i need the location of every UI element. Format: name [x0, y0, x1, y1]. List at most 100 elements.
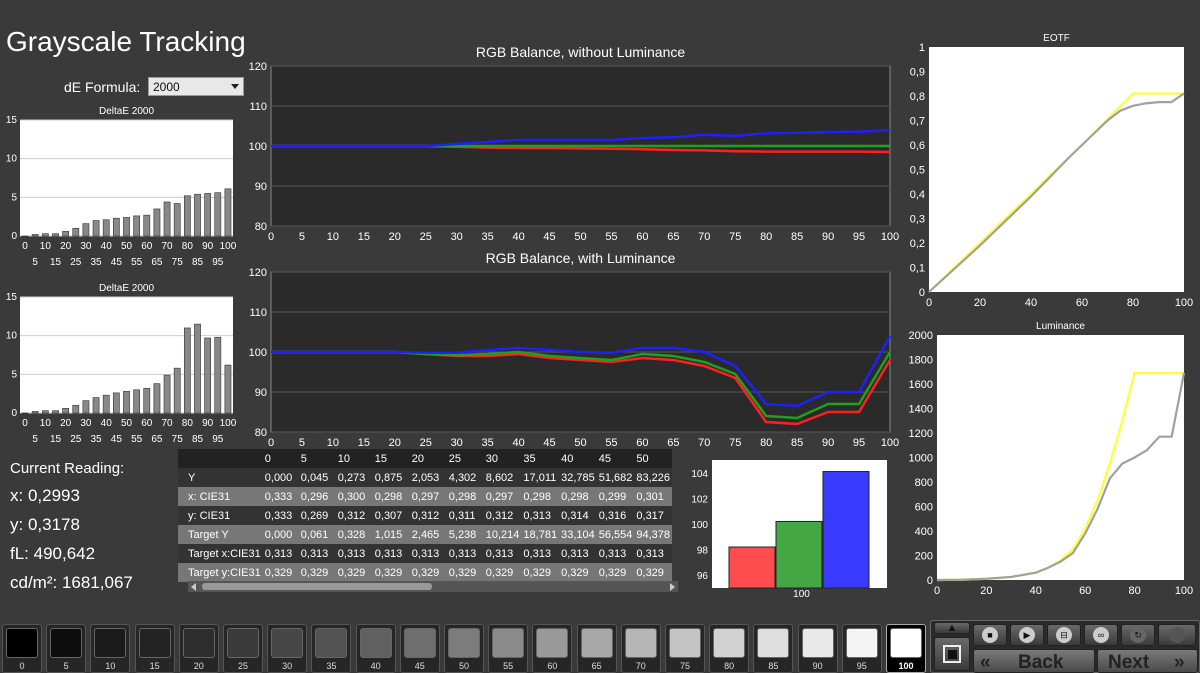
play-icon: ▶: [1011, 625, 1043, 645]
bar: [775, 520, 823, 589]
swatch-chip: [890, 628, 922, 658]
table-cell: 0,313: [483, 544, 522, 563]
table-cell: 0,329: [335, 563, 373, 582]
swatch-85[interactable]: 85: [753, 624, 794, 673]
y-tick-label: 0,9: [910, 67, 925, 79]
swatch-40[interactable]: 40: [355, 624, 396, 673]
scroll-thumb[interactable]: [202, 583, 432, 590]
table-row[interactable]: Target x:CIE31 0,313 0,313 0,313 0,313 0,313 0…: [178, 544, 673, 563]
swatch-90[interactable]: 90: [797, 624, 838, 673]
play-button[interactable]: ▶: [1010, 624, 1044, 646]
next-button[interactable]: Next »: [1097, 649, 1198, 673]
x-tick-label: 10: [40, 241, 52, 252]
table-cell: 0,329: [521, 563, 560, 582]
swatch-100[interactable]: 100: [886, 624, 926, 673]
swatch-95[interactable]: 95: [841, 624, 882, 673]
row-label: y: CIE31: [178, 506, 263, 525]
table-cell: 0,329: [446, 563, 484, 582]
swatch-5[interactable]: 5: [46, 624, 87, 673]
frame-button[interactable]: ⊟: [1047, 624, 1081, 646]
up-arrow-button[interactable]: ▲: [934, 622, 970, 634]
table-cell: 0,311: [446, 506, 484, 525]
swatch-25[interactable]: 25: [223, 624, 263, 673]
x-tick-label: 10: [327, 231, 339, 243]
measurement-table[interactable]: 0 5 10 15 20 25 30 35 40 45 50 Y 0,000 0,045 0,273 0,87…: [178, 449, 678, 592]
y-tick-label: 90: [255, 181, 267, 193]
x-tick-label: 45: [111, 257, 123, 268]
stop-button[interactable]: [934, 637, 970, 671]
table-cell: 0,329: [262, 563, 299, 582]
record-icon: [1159, 625, 1195, 645]
x-tick-label: 70: [162, 418, 174, 429]
x-tick-label: 30: [80, 241, 92, 252]
column-header: 30: [483, 449, 522, 468]
swatch-20[interactable]: 20: [178, 624, 219, 673]
table-row[interactable]: x: CIE31 0,333 0,296 0,300 0,298 0,297 0,298 0,…: [178, 487, 673, 506]
swatch-chip: [6, 628, 38, 658]
row-label: Target y:CIE31: [178, 563, 263, 582]
y-tick-label: 110: [249, 101, 267, 113]
swatch-30[interactable]: 30: [267, 624, 308, 673]
swatch-80[interactable]: 80: [709, 624, 750, 673]
x-tick-label: 0: [268, 437, 274, 448]
rgb-bar-chart: 96 98 100 102 104 100: [691, 460, 887, 600]
chart-title: Luminance: [1036, 321, 1085, 332]
x-tick-label: 25: [70, 257, 82, 268]
swatch-75[interactable]: 75: [665, 624, 705, 673]
x-tick-label: 5: [32, 257, 38, 268]
record-button[interactable]: [1158, 624, 1196, 646]
table-row[interactable]: Y 0,000 0,045 0,273 0,875 2,053 4,302 8,602 17,0…: [178, 468, 673, 487]
table-row[interactable]: y: CIE31 0,333 0,269 0,312 0,307 0,312 0,311 0,…: [178, 506, 673, 525]
swatch-60[interactable]: 60: [532, 624, 573, 673]
swatch-15[interactable]: 15: [134, 624, 175, 673]
bar: [214, 192, 222, 237]
x-tick-label: 35: [482, 437, 494, 448]
y-tick-label: 80: [255, 427, 267, 439]
swatch-10[interactable]: 10: [90, 624, 131, 673]
bar: [143, 387, 151, 414]
x-tick-label: 15: [358, 437, 370, 448]
table-header-row: 0 5 10 15 20 25 30 35 40 45 50: [178, 449, 673, 468]
table-row[interactable]: Target Y 0,000 0,061 0,328 1,015 2,465 5,238 10…: [178, 525, 673, 544]
x-tick-label: 40: [1025, 297, 1037, 309]
back-button[interactable]: « Back: [973, 649, 1095, 673]
table-row[interactable]: Target y:CIE31 0,329 0,329 0,329 0,329 0,329 0…: [178, 563, 673, 582]
table-cell: 17,011: [521, 468, 560, 487]
swatch-label: 95: [856, 661, 867, 671]
x-tick-label: 30: [451, 437, 463, 448]
table-cell: 0,875: [372, 468, 410, 487]
swatch-50[interactable]: 50: [444, 624, 484, 673]
x-tick-label: 65: [151, 257, 163, 268]
bar: [204, 337, 212, 414]
x-tick-label: 0: [268, 231, 274, 243]
stop-circle-button[interactable]: ■: [973, 624, 1007, 646]
swatch-45[interactable]: 45: [399, 624, 440, 673]
scroll-left-icon[interactable]: [191, 583, 196, 591]
swatch-35[interactable]: 35: [311, 624, 352, 673]
swatch-0[interactable]: 0: [2, 624, 42, 673]
table-cell: 0,313: [596, 544, 635, 563]
table-cell: 0,313: [335, 544, 373, 563]
table-cell: 1,015: [372, 525, 410, 544]
swatch-55[interactable]: 55: [488, 624, 529, 673]
bar: [72, 404, 80, 414]
loop-button[interactable]: ∞: [1084, 624, 1118, 646]
x-tick-label: 65: [667, 437, 679, 448]
table-cell: 8,602: [483, 468, 522, 487]
x-tick-label: 85: [791, 437, 803, 448]
formula-select[interactable]: 2000: [148, 77, 244, 96]
swatch-chip: [50, 628, 83, 658]
y-tick-label: 5: [11, 369, 17, 380]
table-cell: 0,298: [372, 487, 410, 506]
table-scrollbar[interactable]: [188, 581, 678, 592]
refresh-button[interactable]: ↻: [1121, 624, 1155, 646]
swatch-65[interactable]: 65: [576, 624, 617, 673]
bar: [194, 323, 201, 414]
x-tick-label: 5: [32, 434, 38, 445]
scroll-right-icon[interactable]: [670, 583, 675, 591]
table-cell: 0,329: [409, 563, 447, 582]
table-cell: 0,333: [262, 487, 299, 506]
column-header: 5: [298, 449, 336, 468]
swatch-70[interactable]: 70: [620, 624, 661, 673]
table-cell: 5,238: [446, 525, 484, 544]
